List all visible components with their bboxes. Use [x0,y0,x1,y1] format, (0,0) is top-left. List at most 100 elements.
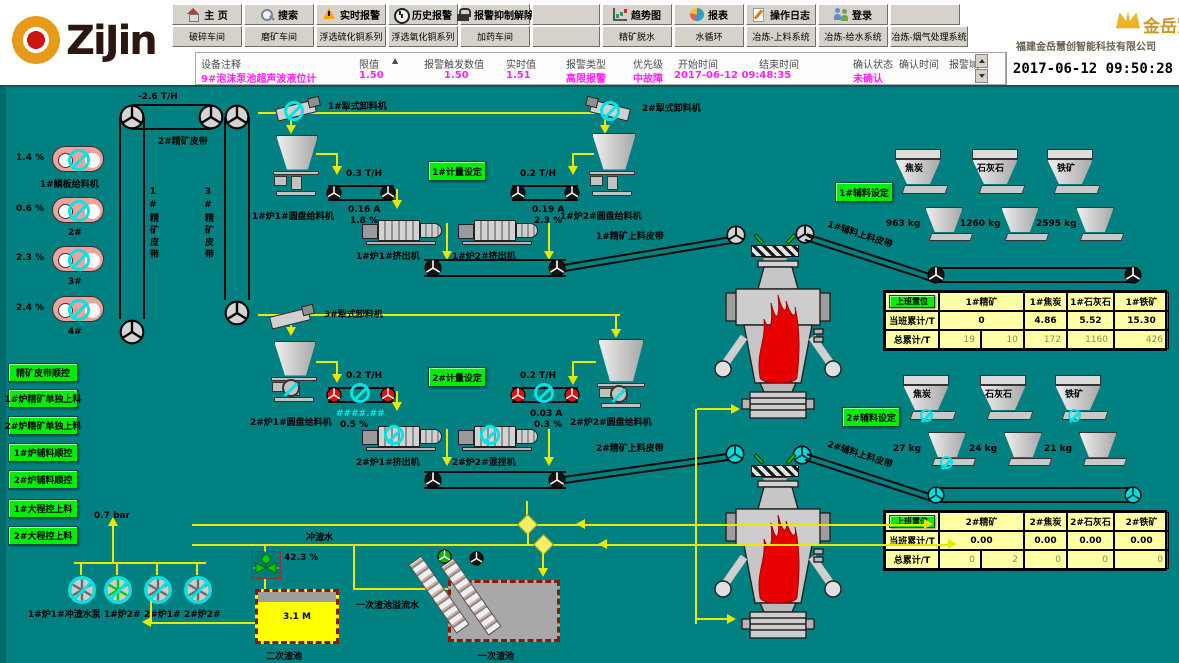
pulley-icon [198,104,224,130]
tab-dewatering[interactable]: 精矿脱水 [602,26,672,47]
apron-feeder-1[interactable] [52,146,104,172]
hopper[interactable] [592,133,636,171]
meter-setting-1-button[interactable]: 1#计量设定 [428,161,486,181]
weigh-hopper[interactable] [1076,207,1114,233]
plow-unloader-1[interactable] [274,95,326,127]
secondary-slag-pool[interactable]: 3.1 M [255,589,339,644]
table-cell: 0 [1067,550,1114,569]
pipe [116,564,118,575]
collect-belt-2[interactable] [424,471,566,489]
control-valve[interactable] [251,551,281,579]
hopper[interactable] [274,341,316,377]
aux-belt-1[interactable] [936,267,1132,283]
alarm-scroll-down-icon[interactable] [975,69,988,83]
apron-feeder-2[interactable] [52,197,104,223]
tank1-label: 一次渣池 [478,649,514,662]
tab-dosing[interactable]: 加药车间 [460,26,530,47]
tab-grinding[interactable]: 磨矿车间 [244,26,314,47]
tab-smelting-fluegas[interactable]: 冶炼-烟气处理系统 [890,26,968,47]
seq-btn-1-program-feed[interactable]: 1#大程控上料 [8,499,78,518]
vibrating-feeder[interactable] [987,411,1034,420]
toolbar-report-button[interactable]: 报表 [674,4,744,25]
hopper[interactable] [598,339,644,383]
alarm-scroll-up-icon[interactable] [975,54,988,68]
pulley-icon [1124,486,1142,504]
weigh-feeder[interactable] [929,233,974,241]
sort-asc-icon[interactable]: ▲ [392,56,398,65]
flow-arrow-icon [392,200,402,209]
vibrating-feeder[interactable] [910,411,957,420]
belt3-conveyor[interactable] [224,117,250,300]
toolbar-oplog-button[interactable]: 操作日志 [746,4,816,25]
pulley-icon [119,319,145,345]
seq-btn-furnace2-aux[interactable]: 2#炉辅料顺控 [8,470,78,489]
seq-btn-concentrate-belt[interactable]: 精矿皮带顺控 [8,363,78,382]
toolbar-alarm-suppress-button[interactable]: 报警抑制解除 [460,4,530,25]
tab-smelting-feeding[interactable]: 冶炼-上料系统 [746,26,816,47]
shift-reset-1-button[interactable]: 上班置位 [889,295,935,308]
weigh-hopper[interactable] [928,432,966,458]
motor-running-icon [437,549,452,564]
collect-belt-1[interactable] [424,259,566,277]
tab-flotation-sulfide[interactable]: 浮选硫化铜系列 [316,26,386,47]
extruder-2-1-label: 2#炉1#挤出机 [356,455,420,468]
extruder-1-2[interactable] [458,217,540,245]
plow-unloader-2[interactable] [588,95,640,127]
extruder-2-1[interactable] [362,423,444,451]
toolbar-home-button[interactable]: 主 页 [172,4,242,25]
seq-btn-furnace2-concentrate[interactable]: 2#炉精矿单独上料 [8,416,78,435]
toolbar-label: 报警抑制解除 [474,7,534,22]
tab-label: 加药车间 [477,30,513,43]
disc-feeder-2-2[interactable] [596,383,646,409]
weigh-hopper[interactable] [925,207,963,233]
mixer-2-2[interactable] [458,423,540,451]
alarm-type: 高限报警 [566,70,606,85]
tab-crushing[interactable]: 破碎车间 [172,26,242,47]
vibrating-feeder[interactable] [1054,185,1101,194]
furnace-1[interactable] [714,255,842,425]
tab-smelting-water[interactable]: 冶炼-给水系统 [818,26,888,47]
hopper[interactable] [276,135,318,171]
disc-feeder-2-1[interactable] [270,377,318,403]
toolbar-search-button[interactable]: 搜索 [244,4,314,25]
instrument-reading: ####.## [336,409,385,419]
pipe [446,429,448,459]
weigh-hopper[interactable] [1001,207,1039,233]
weigh-hopper[interactable] [1079,432,1117,458]
seq-btn-2-program-feed[interactable]: 2#大程控上料 [8,526,78,545]
tab-water-cycle[interactable]: 水循环 [674,26,744,47]
plow-unloader-3[interactable] [268,303,320,335]
meter-setting-2-button[interactable]: 2#计量设定 [428,367,486,387]
stopped-icon [940,456,953,469]
disc-feeder-1-2[interactable] [588,171,636,197]
toolbar-trend-button[interactable]: 趋势图 [602,4,672,25]
weigh-feeder[interactable] [932,458,977,466]
toolbar-realtime-alarm-button[interactable]: 实时报警 [316,4,386,25]
weigh-feeder[interactable] [1008,458,1053,466]
pipe [353,546,355,590]
weigh-feeder[interactable] [1005,233,1050,241]
vibrating-feeder[interactable] [979,185,1026,194]
belt1-conveyor[interactable] [119,117,145,319]
weigh-feeder[interactable] [1080,233,1125,241]
seq-btn-furnace1-aux[interactable]: 1#炉辅料顺控 [8,443,78,462]
toolbar-history-alarm-button[interactable]: 历史报警 [388,4,458,25]
flow-arrow-icon [598,539,607,549]
aux-belt-2[interactable] [936,487,1132,503]
toolbar-login-button[interactable]: 登录 [818,4,888,25]
vibrating-feeder[interactable] [902,185,949,194]
stopped-icon [144,576,172,604]
extruder-1-1[interactable] [362,217,444,245]
feeder2-label: 2# [68,228,82,238]
aux-setting-1-button[interactable]: 1#辅料设定 [835,182,893,202]
seq-btn-furnace1-concentrate[interactable]: 1#炉精矿单独上料 [8,389,78,408]
weigh-hopper[interactable] [1004,432,1042,458]
apron-feeder-3[interactable] [52,246,104,272]
weigh-feeder[interactable] [1083,458,1128,466]
tab-flotation-oxide[interactable]: 浮选氧化铜系列 [388,26,458,47]
aux-setting-2-button[interactable]: 2#辅料设定 [842,407,900,427]
apron-feeder-4[interactable] [52,296,104,322]
pulley-icon [424,259,442,277]
alarm-banner[interactable]: 设备注释 限值 ▲ 报警触发数值 实时值 报警类型 优先级 开始时间 结束时间 … [195,52,1006,85]
disc-feeder-1-1[interactable] [272,171,320,197]
